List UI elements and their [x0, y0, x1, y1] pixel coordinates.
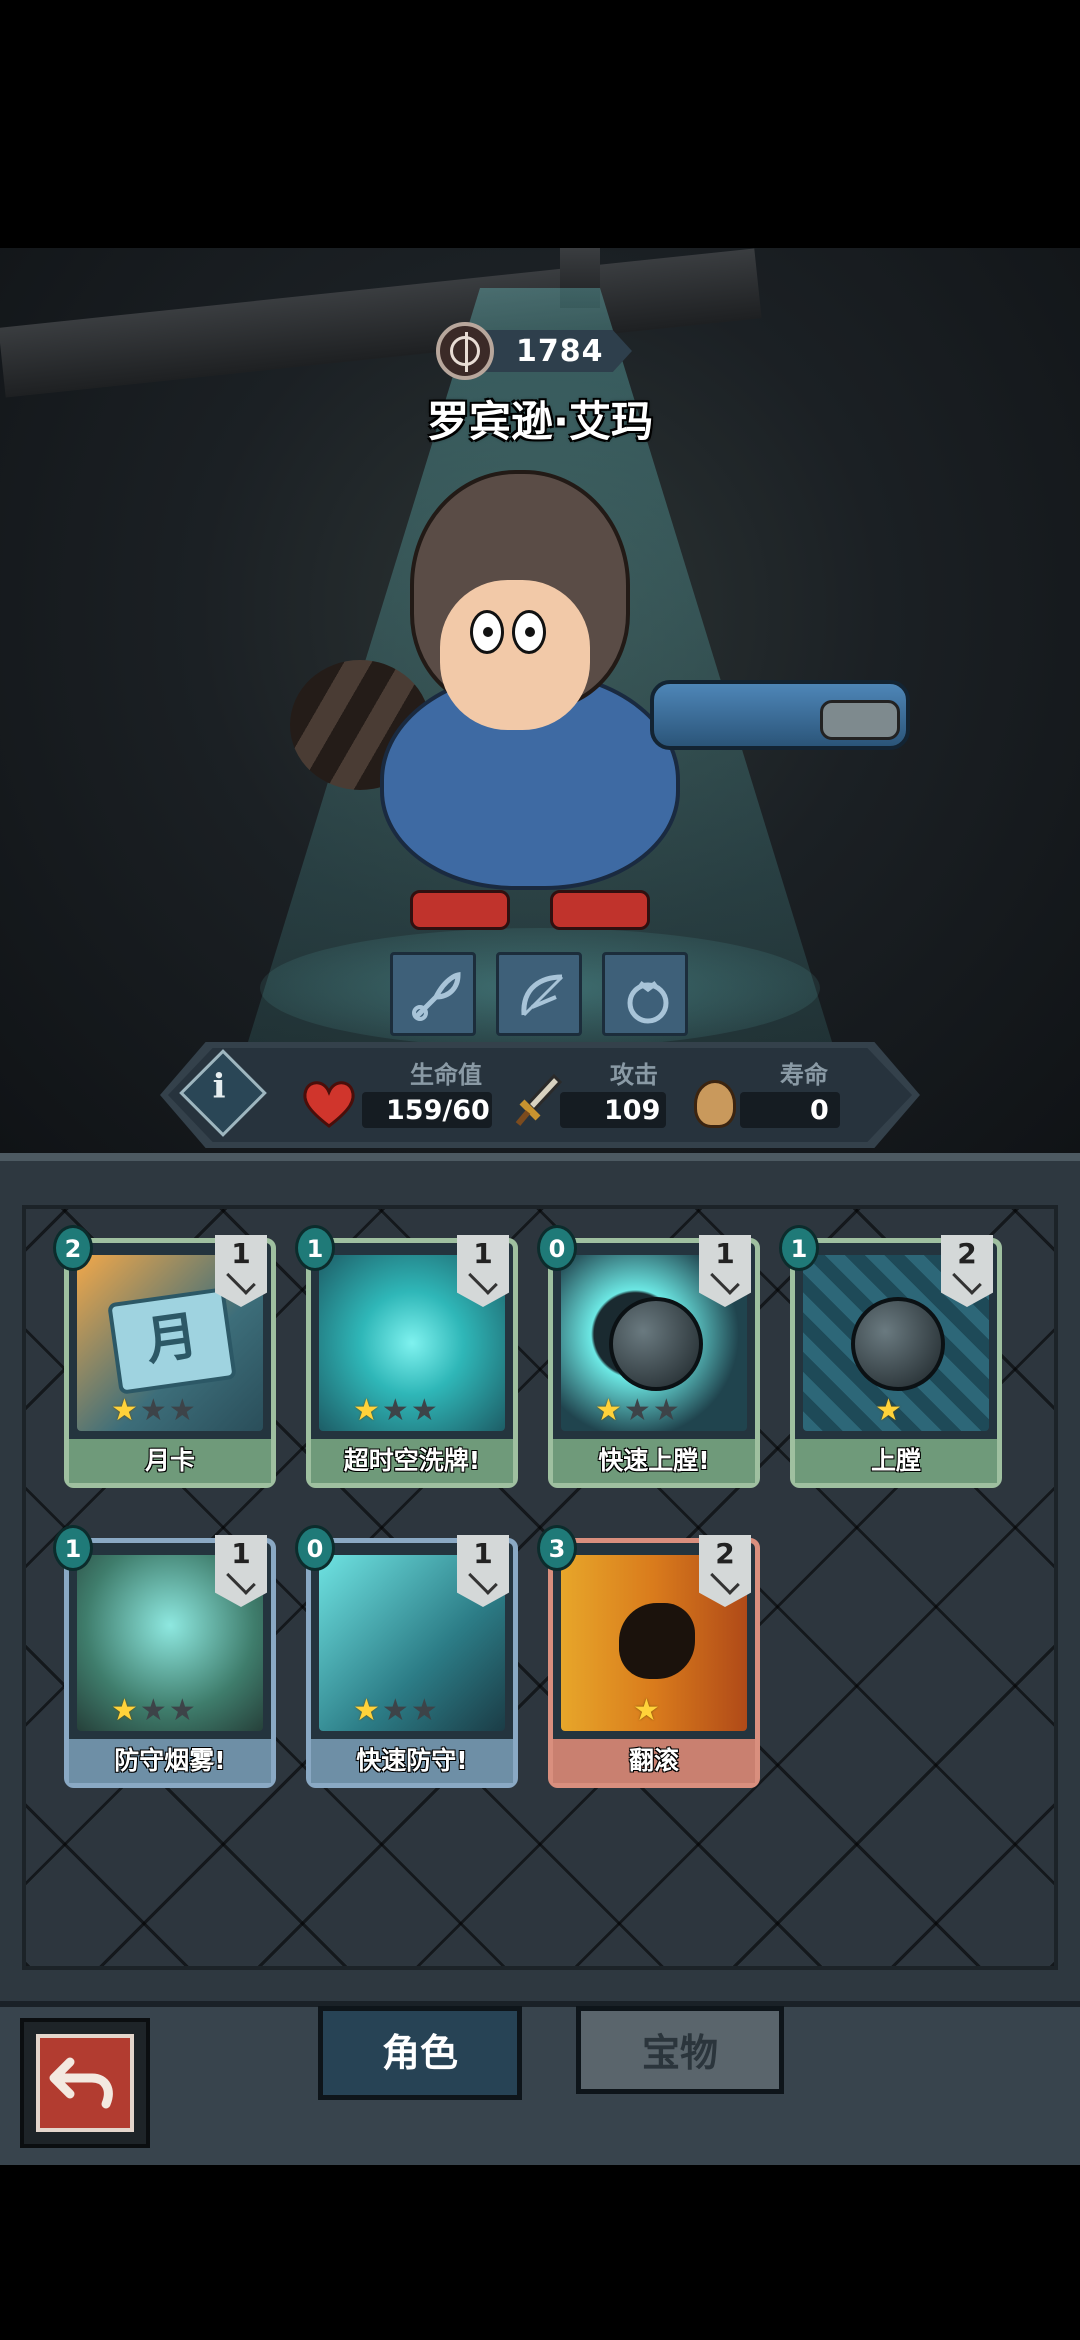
- star-icon: ★: [353, 1393, 382, 1428]
- card-level-badge: 2: [941, 1235, 993, 1307]
- equip-slot-1[interactable]: [390, 952, 476, 1036]
- star-icon: ★: [652, 1393, 682, 1428]
- card-cost-badge: 0: [537, 1225, 577, 1271]
- star-icon: ★: [168, 1393, 198, 1428]
- cannonball-icon: [851, 1297, 945, 1391]
- bow-icon: [521, 974, 564, 1017]
- left-eye: [470, 610, 504, 654]
- info-icon: i: [212, 1066, 226, 1107]
- roll-silhouette-icon: [619, 1603, 695, 1679]
- crosshair-icon: [436, 322, 494, 380]
- card-stars: ★★★: [353, 1693, 440, 1728]
- star-icon: ★: [381, 1393, 411, 1428]
- ceiling-pipe: [0, 248, 762, 398]
- sword-icon: [515, 1073, 563, 1126]
- lives-label: 寿命: [780, 1061, 828, 1089]
- card-cost-badge: 1: [295, 1225, 335, 1271]
- card-level-value: 2: [715, 1537, 735, 1570]
- card-name: 超时空洗牌!: [311, 1439, 513, 1483]
- right-skate: [550, 890, 650, 930]
- card-name: 快速防守!: [311, 1739, 513, 1783]
- left-skate: [410, 890, 510, 930]
- card-level-value: 1: [715, 1237, 735, 1270]
- card-level-value: 1: [231, 1237, 251, 1270]
- character-portrait[interactable]: [290, 470, 910, 950]
- tab-treasure[interactable]: 宝物: [576, 2006, 784, 2094]
- card-stars: ★★★: [111, 1393, 198, 1428]
- back-button[interactable]: [20, 2018, 150, 2148]
- card-level-value: 1: [473, 1537, 493, 1570]
- tab-character[interactable]: 角色: [318, 2006, 522, 2100]
- card-level-badge: 2: [699, 1535, 751, 1607]
- card-level-value: 1: [473, 1237, 493, 1270]
- equip-slot-2[interactable]: [496, 952, 582, 1036]
- star-icon: ★: [139, 1393, 169, 1428]
- skill-card[interactable]: ★★★ 快速防守! 0 1: [295, 1525, 518, 1788]
- hp-label: 生命值: [410, 1061, 482, 1089]
- skill-card[interactable]: ★★★ 超时空洗牌! 1 1: [295, 1225, 518, 1488]
- star-icon: ★: [623, 1393, 653, 1428]
- card-level-value: 2: [957, 1237, 977, 1270]
- skill-card[interactable]: ★ 上膛 1 2: [779, 1225, 1002, 1488]
- acorn-life-icon: [694, 1080, 736, 1128]
- card-stars: ★: [633, 1693, 662, 1728]
- cannonball-icon: [609, 1297, 703, 1391]
- star-icon: ★: [139, 1693, 169, 1728]
- card-level-badge: 1: [457, 1535, 509, 1607]
- card-cost-badge: 2: [53, 1225, 93, 1271]
- star-icon: ★: [410, 1393, 440, 1428]
- character-name: 罗宾逊·艾玛: [427, 397, 653, 446]
- return-arrow-icon: [49, 2057, 113, 2109]
- attack-label: 攻击: [610, 1061, 658, 1089]
- star-icon: ★: [111, 1693, 140, 1728]
- section-divider: [0, 1153, 1080, 1161]
- skill-card[interactable]: 月 ★★★ 月卡 2 1: [53, 1225, 276, 1488]
- sack-icon: [627, 981, 669, 1024]
- nav-area: [0, 2165, 1080, 2340]
- skill-card[interactable]: ★★★ 防守烟雾! 1 1: [53, 1525, 276, 1788]
- skill-card[interactable]: ★★★ 快速上膛! 0 1: [537, 1225, 760, 1488]
- card-cost-badge: 3: [537, 1525, 577, 1571]
- card-level-badge: 1: [215, 1235, 267, 1307]
- lives-value: 0: [810, 1095, 829, 1126]
- gun-stock: [820, 700, 900, 740]
- card-name: 月卡: [69, 1439, 271, 1483]
- card-level-badge: 1: [699, 1235, 751, 1307]
- feather-quill-icon: [412, 972, 461, 1021]
- heart-icon: [303, 1081, 355, 1128]
- star-icon: ★: [111, 1393, 140, 1428]
- star-icon: ★: [168, 1693, 198, 1728]
- bottom-bar: [0, 2001, 1080, 2171]
- card-name: 快速上膛!: [553, 1439, 755, 1483]
- star-icon: ★: [633, 1693, 662, 1728]
- power-value: 1784: [516, 334, 604, 369]
- card-art-text: 月: [107, 1287, 237, 1395]
- card-cost-badge: 0: [295, 1525, 335, 1571]
- card-name: 防守烟雾!: [69, 1739, 271, 1783]
- star-icon: ★: [595, 1393, 624, 1428]
- star-icon: ★: [410, 1693, 440, 1728]
- card-level-badge: 1: [457, 1235, 509, 1307]
- star-icon: ★: [875, 1393, 904, 1428]
- card-cost-badge: 1: [53, 1525, 93, 1571]
- card-name: 上膛: [795, 1439, 997, 1483]
- right-eye: [512, 610, 546, 654]
- equip-slot-3[interactable]: [602, 952, 688, 1036]
- star-icon: ★: [353, 1693, 382, 1728]
- card-level-value: 1: [231, 1537, 251, 1570]
- back-button-face: [36, 2034, 134, 2132]
- card-stars: ★★★: [353, 1393, 440, 1428]
- power-badge: 1784: [436, 322, 642, 380]
- star-icon: ★: [381, 1693, 411, 1728]
- card-cost-badge: 1: [779, 1225, 819, 1271]
- card-level-badge: 1: [215, 1535, 267, 1607]
- card-stars: ★★★: [111, 1693, 198, 1728]
- hp-value: 159/60: [386, 1095, 490, 1126]
- card-name: 翻滚: [553, 1739, 755, 1783]
- skill-card[interactable]: ★ 翻滚 3 2: [537, 1525, 760, 1788]
- attack-value: 109: [604, 1095, 661, 1126]
- card-stars: ★: [875, 1393, 904, 1428]
- card-stars: ★★★: [595, 1393, 682, 1428]
- character-face: [440, 580, 590, 730]
